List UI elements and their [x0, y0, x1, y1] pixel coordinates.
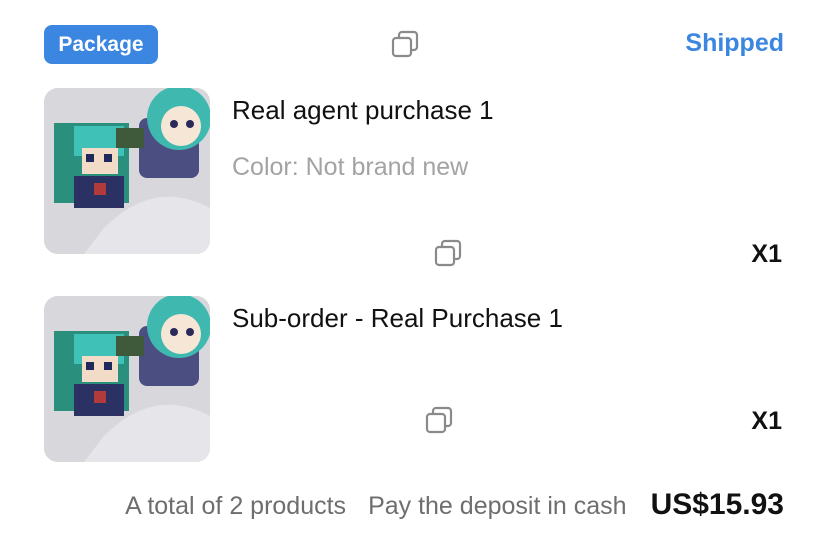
- order-summary: A total of 2 products Pay the deposit in…: [125, 488, 784, 522]
- copy-icon[interactable]: [424, 405, 454, 435]
- product-spec: Color: Not brand new: [232, 153, 469, 181]
- product-name: Sub-order - Real Purchase 1: [232, 303, 563, 333]
- product-quantity: X1: [751, 240, 782, 268]
- product-quantity: X1: [751, 407, 782, 435]
- package-badge: Package: [44, 25, 158, 64]
- product-thumbnail[interactable]: [44, 88, 210, 254]
- payment-method: Pay the deposit in cash: [368, 492, 627, 520]
- product-thumbnail[interactable]: [44, 296, 210, 462]
- order-status: Shipped: [685, 29, 784, 57]
- product-name: Real agent purchase 1: [232, 95, 494, 125]
- total-price: US$15.93: [650, 488, 784, 521]
- total-products: A total of 2 products: [125, 492, 347, 520]
- copy-icon[interactable]: [433, 238, 463, 268]
- copy-icon[interactable]: [390, 29, 420, 59]
